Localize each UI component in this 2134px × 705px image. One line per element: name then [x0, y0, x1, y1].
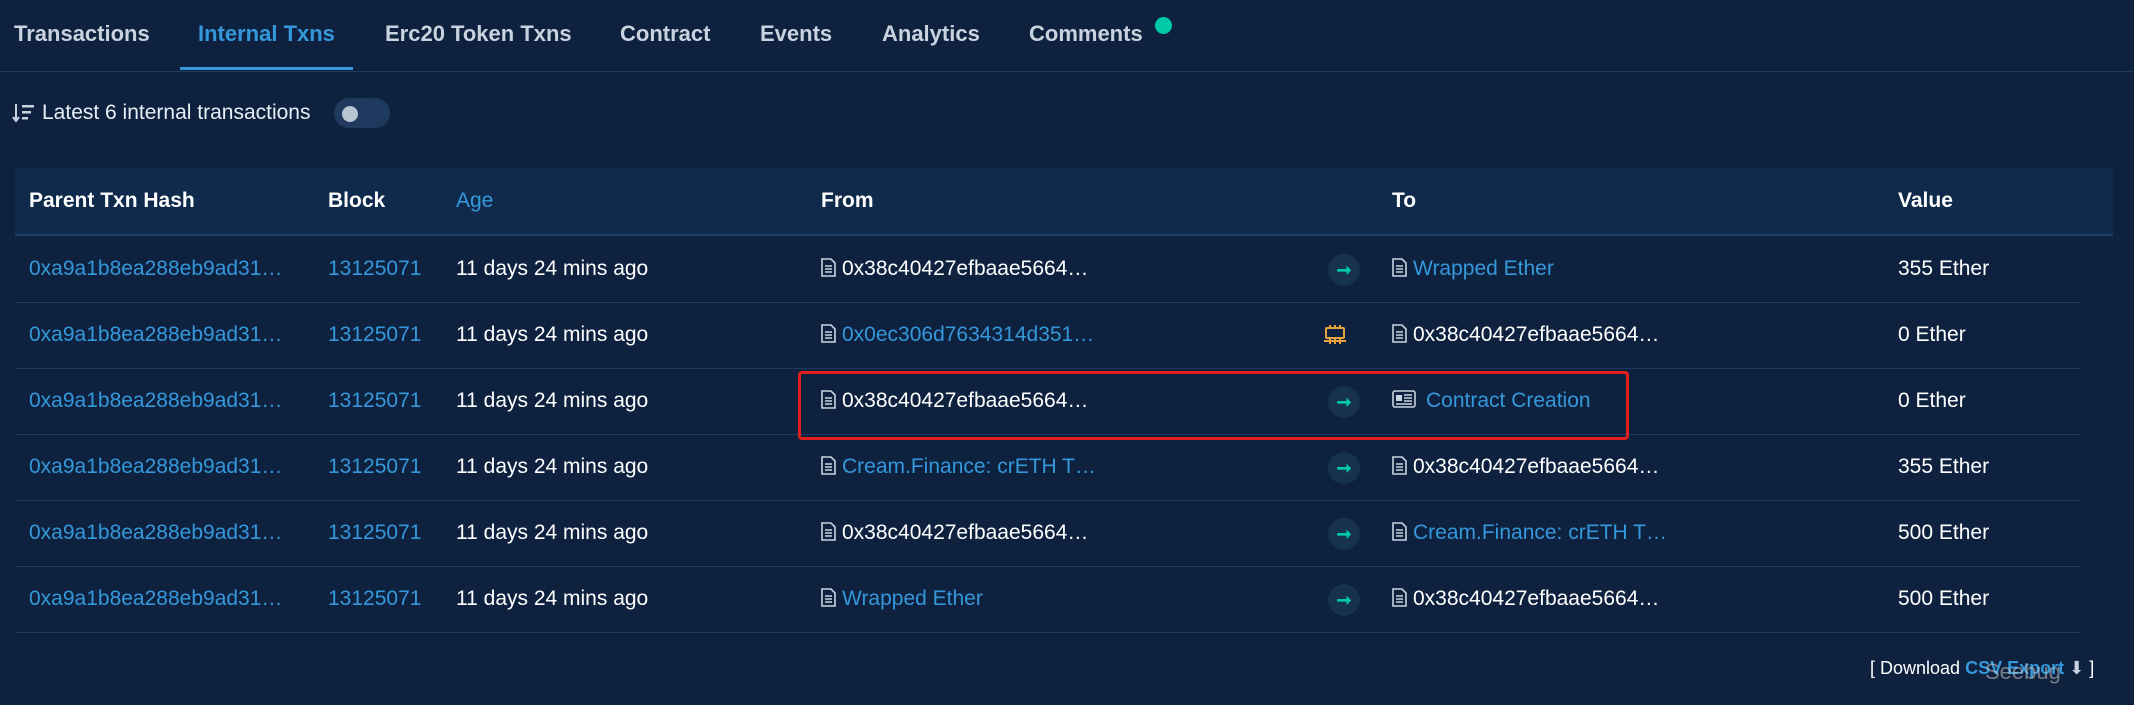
to-cell: Cream.Finance: crETH T… — [1392, 500, 1667, 566]
table-row: 0xa9a1b8ea288eb9ad31… 13125071 11 days 24 … — [15, 500, 2081, 567]
from-cell: 0x0ec306d7634314d351… — [821, 302, 1094, 368]
display-toggle[interactable] — [334, 98, 390, 128]
block-link[interactable]: 13125071 — [328, 302, 421, 368]
from-address: 0x38c40427efbaae5664… — [842, 521, 1089, 544]
arrow-right-icon: ➞ — [1328, 254, 1360, 286]
age-cell: 11 days 24 mins ago — [456, 587, 649, 610]
arrow-right-icon: ➞ — [1328, 518, 1360, 550]
download-prefix: [ Download — [1870, 658, 1961, 678]
header-block: Block — [328, 189, 386, 212]
parent-txn-hash-link[interactable]: 0xa9a1b8ea288eb9ad31… — [29, 368, 282, 434]
age-cell: 11 days 24 mins ago — [456, 521, 649, 544]
from-cell: 0x38c40427efbaae5664… — [821, 236, 1088, 302]
table-row: 0xa9a1b8ea288eb9ad31… 13125071 11 days 24 … — [15, 368, 2081, 435]
age-cell: 11 days 24 mins ago — [456, 257, 649, 280]
chip-icon — [1324, 325, 1346, 344]
sort-desc-icon[interactable] — [12, 102, 36, 124]
tab-contract[interactable]: Contract — [620, 0, 710, 71]
arrow-right-icon: ➞ — [1328, 452, 1360, 484]
from-address: 0x38c40427efbaae5664… — [842, 389, 1089, 412]
parent-txn-hash-link[interactable]: 0xa9a1b8ea288eb9ad31… — [29, 500, 282, 566]
from-address[interactable]: Cream.Finance: crETH T… — [842, 455, 1096, 478]
value-cell: 0 Ether — [1898, 389, 1966, 412]
parent-txn-hash-link[interactable]: 0xa9a1b8ea288eb9ad31… — [29, 566, 282, 632]
to-address[interactable]: Cream.Finance: crETH T… — [1413, 521, 1667, 544]
tab-internal-txns[interactable]: Internal Txns — [198, 0, 335, 71]
document-icon — [1392, 522, 1407, 541]
header-from: From — [821, 189, 874, 212]
tab-events[interactable]: Events — [760, 0, 832, 71]
parent-txn-hash-link[interactable]: 0xa9a1b8ea288eb9ad31… — [29, 302, 282, 368]
block-link[interactable]: 13125071 — [328, 368, 421, 434]
to-cell: Wrapped Ether — [1392, 236, 1554, 302]
to-cell: 0x38c40427efbaae5664… — [1392, 566, 1659, 632]
from-cell: 0x38c40427efbaae5664… — [821, 500, 1088, 566]
document-icon — [821, 522, 836, 541]
toggle-knob — [342, 106, 358, 122]
to-address: 0x38c40427efbaae5664… — [1413, 323, 1660, 346]
value-cell: 355 Ether — [1898, 455, 1990, 478]
table-row: 0xa9a1b8ea288eb9ad31… 13125071 11 days 24 … — [15, 566, 2081, 633]
age-cell: 11 days 24 mins ago — [456, 323, 649, 346]
document-icon — [1392, 258, 1407, 277]
tab-analytics[interactable]: Analytics — [882, 0, 980, 71]
internal-txns-table: Parent Txn Hash Block Age From To Value … — [15, 168, 2113, 633]
parent-txn-hash-link[interactable]: 0xa9a1b8ea288eb9ad31… — [29, 236, 282, 302]
tab-comments[interactable]: Comments — [1029, 0, 1143, 71]
document-icon — [821, 324, 836, 343]
active-tab-indicator — [180, 67, 353, 70]
to-cell: 0x38c40427efbaae5664… — [1392, 434, 1659, 500]
value-cell: 500 Ether — [1898, 521, 1990, 544]
age-cell: 11 days 24 mins ago — [456, 455, 649, 478]
to-cell: 0x38c40427efbaae5664… — [1392, 302, 1659, 368]
download-icon: ⬇ — [2069, 658, 2085, 678]
header-value: Value — [1898, 189, 1953, 212]
value-cell: 355 Ether — [1898, 257, 1990, 280]
table-row: 0xa9a1b8ea288eb9ad31… 13125071 11 days 24 … — [15, 302, 2081, 369]
value-cell: 500 Ether — [1898, 587, 1990, 610]
block-link[interactable]: 13125071 — [328, 500, 421, 566]
document-icon — [821, 390, 836, 409]
from-cell: 0x38c40427efbaae5664… — [821, 368, 1088, 434]
tab-erc20-token-txns[interactable]: Erc20 Token Txns — [385, 0, 572, 71]
from-address[interactable]: Wrapped Ether — [842, 587, 983, 610]
tab-transactions[interactable]: Transactions — [14, 0, 150, 71]
to-cell: Contract Creation — [1392, 368, 1591, 434]
table-row: 0xa9a1b8ea288eb9ad31… 13125071 11 days 24 … — [15, 434, 2081, 501]
header-to: To — [1392, 189, 1417, 212]
contract-creation-icon — [1392, 390, 1416, 409]
from-address[interactable]: 0x0ec306d7634314d351… — [842, 323, 1094, 346]
table-header: Parent Txn Hash Block Age From To Value — [15, 168, 2113, 236]
arrow-right-icon: ➞ — [1328, 584, 1360, 616]
tab-bar: Transactions Internal Txns Erc20 Token T… — [0, 0, 2134, 72]
document-icon — [1392, 456, 1407, 475]
table-row: 0xa9a1b8ea288eb9ad31… 13125071 11 days 24 … — [15, 236, 2081, 303]
summary-text: Latest 6 internal transactions — [42, 101, 311, 124]
to-address: 0x38c40427efbaae5664… — [1413, 455, 1660, 478]
watermark: Seebug — [1985, 659, 2061, 684]
download-suffix: ] — [2089, 658, 2095, 678]
from-address: 0x38c40427efbaae5664… — [842, 257, 1089, 280]
value-cell: 0 Ether — [1898, 323, 1966, 346]
to-address[interactable]: Contract Creation — [1426, 389, 1591, 412]
document-icon — [821, 588, 836, 607]
block-link[interactable]: 13125071 — [328, 236, 421, 302]
header-parent-txn-hash: Parent Txn Hash — [29, 189, 195, 212]
from-cell: Wrapped Ether — [821, 566, 983, 632]
to-address: 0x38c40427efbaae5664… — [1413, 587, 1660, 610]
header-age-toggle[interactable]: Age — [456, 168, 493, 234]
from-cell: Cream.Finance: crETH T… — [821, 434, 1096, 500]
parent-txn-hash-link[interactable]: 0xa9a1b8ea288eb9ad31… — [29, 434, 282, 500]
block-link[interactable]: 13125071 — [328, 566, 421, 632]
document-icon — [821, 258, 836, 277]
comments-notification-dot — [1155, 17, 1172, 34]
block-link[interactable]: 13125071 — [328, 434, 421, 500]
age-cell: 11 days 24 mins ago — [456, 389, 649, 412]
arrow-right-icon: ➞ — [1328, 386, 1360, 418]
to-address[interactable]: Wrapped Ether — [1413, 257, 1554, 280]
document-icon — [1392, 324, 1407, 343]
document-icon — [821, 456, 836, 475]
document-icon — [1392, 588, 1407, 607]
